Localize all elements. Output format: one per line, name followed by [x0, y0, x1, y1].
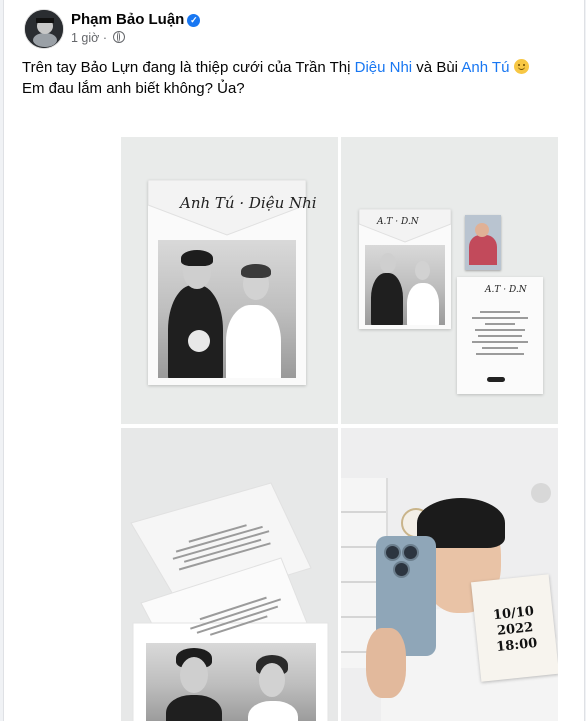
post-header: Phạm Bảo Luận ✓ 1 giờ · — [24, 9, 564, 49]
tag-anh-tu[interactable]: Anh Tú — [461, 59, 509, 76]
meta-separator: · — [102, 31, 108, 45]
envelope-couple-photo — [146, 643, 316, 721]
small-couple-photo — [365, 245, 445, 325]
small-envelope: A.T · D.N — [359, 209, 451, 329]
small-photo — [465, 215, 501, 270]
invitation-script: A.T · D.N — [485, 285, 527, 295]
post-text-line2: Em đau lắm anh biết không? Ủa? — [22, 80, 245, 97]
couple-photo — [158, 240, 296, 378]
tag-dieu-nhi[interactable]: Diệu Nhi — [355, 59, 413, 76]
author-name-text[interactable]: Phạm Bảo Luận — [71, 11, 184, 28]
author-name[interactable]: Phạm Bảo Luận ✓ — [71, 11, 201, 28]
invitation-card: A.T · D.N — [457, 277, 543, 394]
globe-icon[interactable] — [112, 31, 125, 43]
photo-open-envelope[interactable] — [121, 428, 338, 721]
smile-emoji-icon — [513, 59, 529, 74]
post-text-part1: Trên tay Bảo Lựn đang là thiệp cưới của … — [22, 59, 355, 76]
post-card: Phạm Bảo Luận ✓ 1 giờ · Trên tay Bảo Lựn … — [3, 0, 585, 721]
author-avatar[interactable] — [24, 9, 64, 49]
small-card-script: A.T · D.N — [377, 217, 419, 227]
verified-badge-icon: ✓ — [187, 14, 201, 27]
photo-selfie[interactable]: 10/10 2022 18:00 — [341, 428, 558, 721]
post-text: Trên tay Bảo Lựn đang là thiệp cưới của … — [22, 57, 567, 99]
photo-wedding-card-set[interactable]: A.T · D.N A.T · D.N — [341, 137, 558, 424]
post-text-part2: và Bùi — [412, 59, 462, 76]
card-script: Anh Tú · Diệu Nhi — [180, 194, 317, 212]
post-time[interactable]: 1 giờ — [71, 31, 99, 45]
envelope: Anh Tú · Diệu Nhi — [148, 180, 317, 385]
date-card: 10/10 2022 18:00 — [470, 574, 558, 682]
photo-wedding-card-front[interactable]: Anh Tú · Diệu Nhi — [121, 137, 338, 424]
post-meta: 1 giờ · — [71, 31, 125, 45]
